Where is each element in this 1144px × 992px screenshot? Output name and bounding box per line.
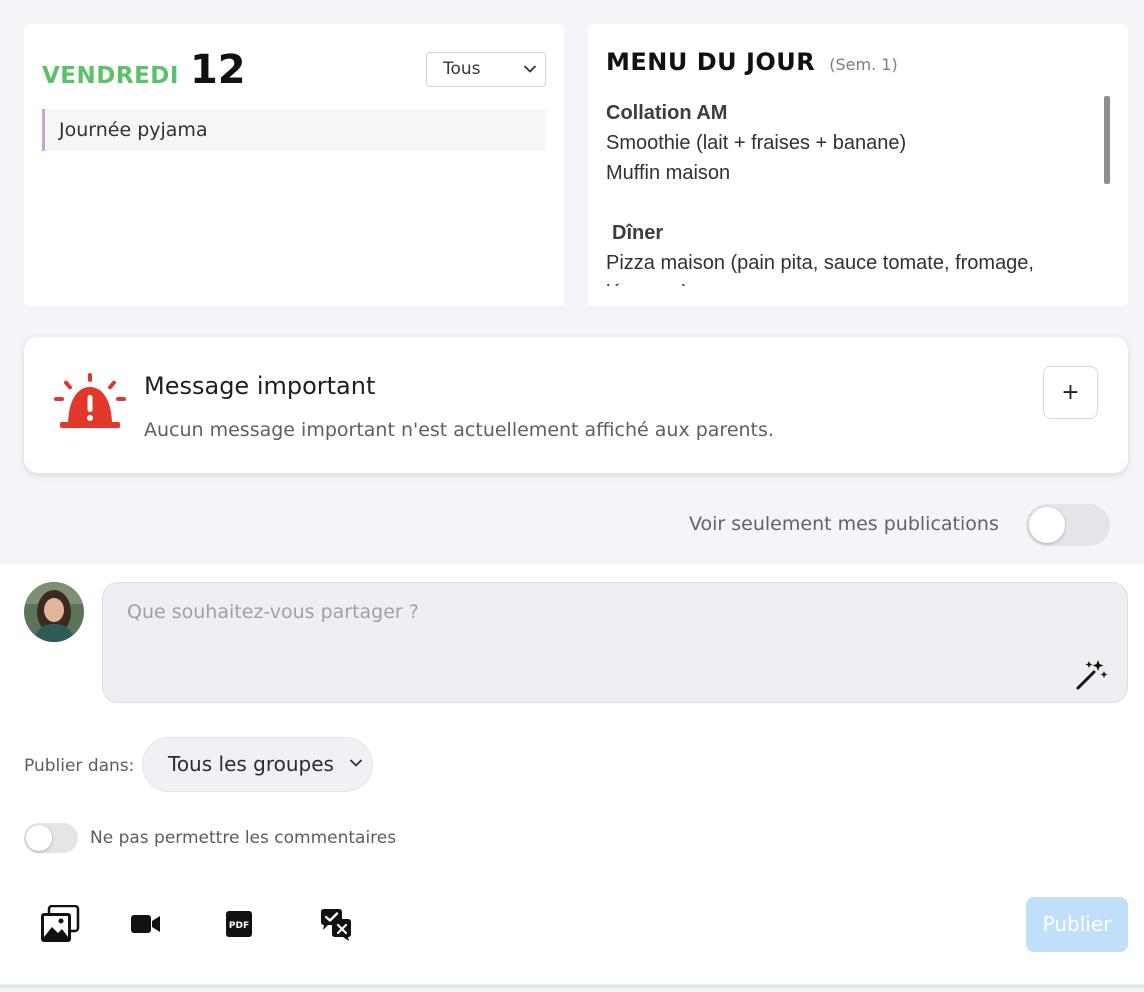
disable-comments-label: Ne pas permettre les commentaires xyxy=(90,828,397,848)
magic-wand-icon[interactable] xyxy=(1074,658,1108,692)
post-composer: Que souhaitez-vous partager ? Publier da… xyxy=(0,564,1144,984)
date-number: 12 xyxy=(189,47,246,93)
pdf-file-icon[interactable]: PDF xyxy=(225,910,253,938)
avatar xyxy=(24,582,84,642)
day-events-card: VENDREDI 12 Tous Journée pyjama xyxy=(24,24,564,306)
menu-section-title: Dîner xyxy=(612,222,664,244)
menu-line: Muffin maison xyxy=(606,162,731,184)
post-text-input[interactable]: Que souhaitez-vous partager ? xyxy=(102,582,1128,703)
menu-line: Pizza maison (pain pita, sauce tomate, f… xyxy=(606,252,1034,274)
divider xyxy=(0,985,1144,988)
menu-content[interactable]: Collation AM Smoothie (lait + fraises + … xyxy=(606,98,1092,286)
menu-heading: MENU DU JOUR (Sem. 1) xyxy=(606,48,898,76)
menu-scrollbar[interactable] xyxy=(1104,96,1110,184)
toggle-knob xyxy=(1029,507,1065,543)
daily-menu-card: MENU DU JOUR (Sem. 1) Collation AM Smoot… xyxy=(588,24,1128,306)
disable-comments-toggle[interactable] xyxy=(24,823,78,853)
groups-select-value: Tous les groupes xyxy=(168,752,334,776)
important-message-card: Message important Aucun message importan… xyxy=(24,337,1128,473)
menu-line: Smoothie (lait + fraises + banane) xyxy=(606,132,907,154)
menu-title: MENU DU JOUR xyxy=(606,48,816,76)
group-filter-value: Tous xyxy=(443,59,481,79)
video-camera-icon[interactable] xyxy=(131,913,161,935)
menu-line: légumes) xyxy=(606,278,1092,286)
translate-chat-icon[interactable] xyxy=(319,908,353,942)
groups-select[interactable]: Tous les groupes xyxy=(142,737,373,792)
alarm-light-icon xyxy=(54,373,126,428)
publish-in-label: Publier dans: xyxy=(24,756,135,776)
menu-section-title: Collation AM xyxy=(606,102,728,124)
important-message-description: Aucun message important n'est actuelleme… xyxy=(144,419,774,441)
post-placeholder: Que souhaitez-vous partager ? xyxy=(127,601,419,623)
event-label: Journée pyjama xyxy=(59,119,208,141)
photo-gallery-icon[interactable] xyxy=(40,905,80,943)
chevron-down-icon xyxy=(523,65,537,73)
menu-week: (Sem. 1) xyxy=(829,55,898,74)
weekday-label: VENDREDI xyxy=(42,63,179,89)
add-important-message-button[interactable]: + xyxy=(1043,366,1098,419)
important-message-title: Message important xyxy=(144,372,376,400)
day-heading: VENDREDI 12 xyxy=(42,50,246,90)
my-posts-toggle[interactable] xyxy=(1026,504,1110,546)
chevron-down-icon xyxy=(349,759,363,767)
publish-button[interactable]: Publier xyxy=(1026,897,1128,952)
my-posts-label: Voir seulement mes publications xyxy=(689,513,999,535)
group-filter-select[interactable]: Tous xyxy=(426,52,546,87)
svg-text:PDF: PDF xyxy=(229,921,249,931)
toggle-knob xyxy=(26,825,52,851)
event-item[interactable]: Journée pyjama xyxy=(42,109,546,151)
